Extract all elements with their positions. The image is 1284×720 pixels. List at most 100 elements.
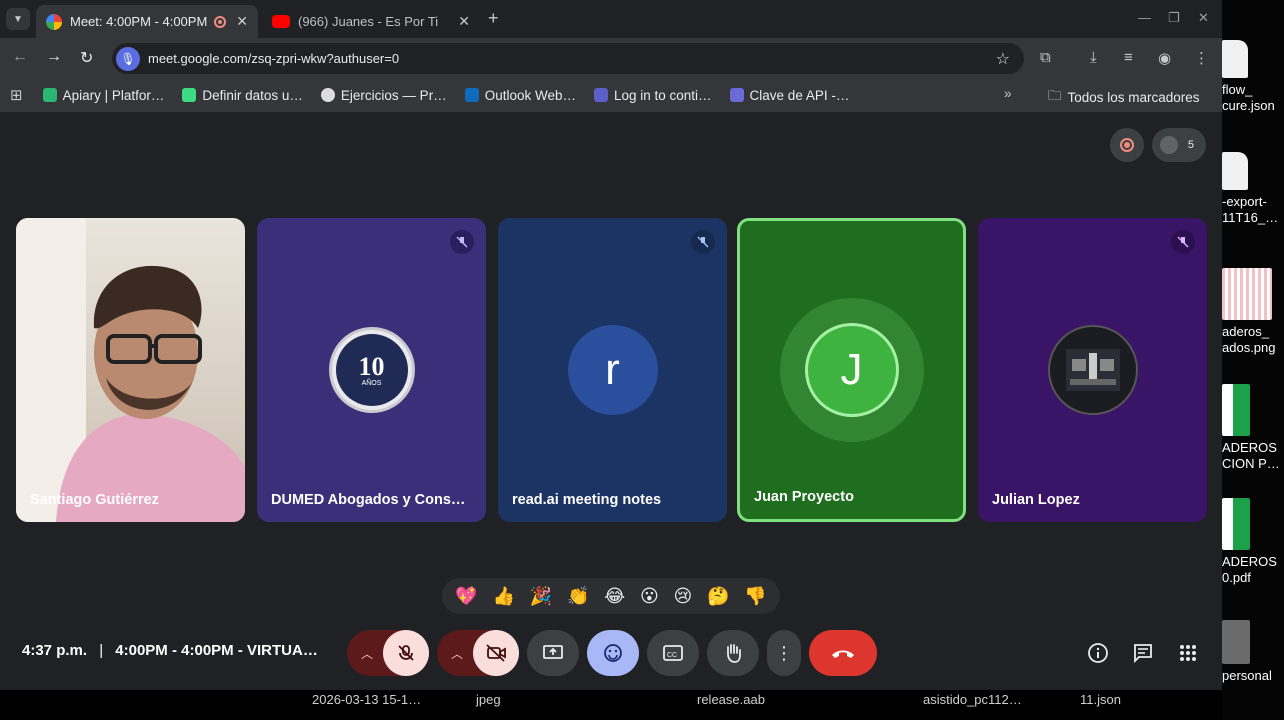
camera-toggle-button[interactable] bbox=[473, 630, 519, 676]
recording-indicator[interactable] bbox=[1110, 128, 1144, 162]
bookmark-item[interactable]: Outlook Web… bbox=[464, 87, 576, 103]
participants-avatars-icon bbox=[1160, 136, 1178, 154]
separator: | bbox=[99, 642, 104, 659]
file-name: personal bbox=[1222, 668, 1272, 683]
participant-name: DUMED Abogados y Cons… bbox=[271, 492, 466, 508]
download-item[interactable]: jpeg bbox=[476, 692, 501, 707]
present-screen-button[interactable] bbox=[527, 630, 579, 676]
image-thumbnail-icon bbox=[1222, 268, 1272, 320]
desktop-file[interactable]: flow_ cure.json bbox=[1222, 40, 1284, 114]
tab-youtube[interactable]: (966) Juanes - Es Por Ti ✕ bbox=[262, 5, 480, 38]
desktop-file[interactable]: personal bbox=[1222, 620, 1284, 684]
apps-grid-icon[interactable]: ⊞ bbox=[10, 86, 23, 104]
meet-stage: 5 Santiago Gutiérrez 10 AÑOS DUMED Aboga… bbox=[0, 112, 1222, 690]
media-control-icon[interactable]: ≡ bbox=[1124, 49, 1133, 66]
mic-off-icon bbox=[450, 230, 474, 254]
close-window-icon[interactable]: ✕ bbox=[1198, 10, 1209, 26]
profile-avatar-icon[interactable]: ◉ bbox=[1158, 49, 1171, 67]
mic-permission-icon[interactable]: 🎙 bbox=[116, 46, 140, 71]
bookmark-item[interactable]: Log in to conti… bbox=[593, 88, 712, 103]
more-vert-icon: ⋮ bbox=[775, 642, 793, 663]
leave-call-button[interactable] bbox=[809, 630, 877, 676]
file-name: 0.pdf bbox=[1222, 570, 1251, 585]
file-name: CION P… bbox=[1222, 456, 1280, 471]
minimize-icon[interactable]: — bbox=[1138, 10, 1151, 25]
raise-hand-button[interactable] bbox=[707, 630, 759, 676]
desktop-file[interactable]: ADEROS CION P… bbox=[1222, 384, 1284, 472]
participant-tile[interactable]: Santiago Gutiérrez bbox=[16, 218, 245, 522]
desktop-file[interactable]: aderos_ ados.png bbox=[1222, 268, 1284, 356]
back-icon[interactable]: ← bbox=[12, 48, 28, 66]
activities-grid-icon[interactable] bbox=[1175, 640, 1201, 666]
participant-tile[interactable]: 10 AÑOS DUMED Abogados y Cons… bbox=[257, 218, 486, 522]
extensions-icon[interactable]: ⧉ bbox=[1040, 49, 1051, 66]
mic-options-chevron-icon[interactable]: ︿ bbox=[361, 645, 373, 662]
chat-icon[interactable] bbox=[1130, 640, 1156, 666]
reaction-clap[interactable]: 👏 bbox=[567, 586, 589, 607]
reactions-button[interactable] bbox=[587, 630, 639, 676]
reload-icon[interactable]: ↻ bbox=[80, 48, 93, 68]
more-menu-icon[interactable]: ⋮ bbox=[1194, 49, 1209, 67]
present-screen-icon bbox=[543, 645, 563, 659]
meeting-details-icon[interactable] bbox=[1085, 640, 1111, 666]
bookmark-star-icon[interactable]: ☆ bbox=[996, 49, 1010, 69]
company-logo: 10 AÑOS bbox=[328, 327, 415, 413]
reaction-sad[interactable]: 😢 bbox=[673, 586, 692, 607]
participant-name: read.ai meeting notes bbox=[512, 492, 662, 508]
folder-file-icon bbox=[1222, 620, 1250, 664]
bookmark-label: Ejercicios — Pr… bbox=[340, 87, 447, 103]
reaction-party[interactable]: 🎉 bbox=[530, 586, 552, 607]
download-item[interactable]: asistido_pc112… bbox=[923, 692, 1022, 707]
close-tab-icon[interactable]: ✕ bbox=[236, 13, 248, 30]
participant-tile[interactable]: r read.ai meeting notes bbox=[498, 218, 727, 522]
mic-toggle-button[interactable] bbox=[383, 630, 429, 676]
file-name: aderos_ bbox=[1222, 324, 1269, 339]
hang-up-icon bbox=[832, 650, 854, 658]
bookmark-favicon-icon bbox=[42, 88, 57, 102]
more-options-button[interactable]: ⋮ bbox=[767, 630, 801, 676]
captions-button[interactable]: CC bbox=[647, 630, 699, 676]
camera-options-chevron-icon[interactable]: ︿ bbox=[451, 645, 463, 662]
address-bar[interactable]: 🎙 meet.google.com/zsq-zpri-wkw?authuser=… bbox=[112, 43, 1024, 74]
download-item[interactable]: release.aab bbox=[697, 692, 765, 707]
meeting-info: 4:37 p.m. | 4:00PM - 4:00PM - VIRTUA… bbox=[22, 642, 318, 659]
svg-text:CC: CC bbox=[667, 652, 677, 659]
reaction-thumbs-up[interactable]: 👍 bbox=[493, 586, 515, 607]
tab-title: (966) Juanes - Es Por Ti bbox=[298, 14, 439, 29]
bookmark-item[interactable]: Clave de API -… bbox=[729, 88, 849, 103]
participant-tile[interactable]: Julian Lopez bbox=[978, 218, 1207, 522]
tab-meet[interactable]: Meet: 4:00PM - 4:00PM ✕ bbox=[36, 5, 258, 38]
bookmark-item[interactable]: Apiary | Platfor… bbox=[42, 88, 164, 103]
participant-name: Santiago Gutiérrez bbox=[30, 492, 159, 508]
tab-search-button[interactable]: ▼ bbox=[6, 8, 30, 30]
bookmark-item[interactable]: Ejercicios — Pr… bbox=[320, 87, 447, 103]
tab-bar: ▼ Meet: 4:00PM - 4:00PM ✕ (966) Juanes -… bbox=[0, 0, 1222, 38]
download-icon[interactable]: ⤓ bbox=[1090, 49, 1097, 66]
current-time: 4:37 p.m. bbox=[22, 642, 88, 659]
restore-icon[interactable]: ❐ bbox=[1168, 10, 1180, 26]
reaction-thumbs-down[interactable]: 👎 bbox=[744, 586, 766, 607]
file-name: flow_ bbox=[1222, 82, 1253, 97]
reaction-surprised[interactable]: 😮 bbox=[640, 586, 659, 607]
desktop-file[interactable]: ADEROS 0.pdf bbox=[1222, 498, 1284, 586]
new-tab-icon[interactable]: + bbox=[488, 8, 499, 29]
reactions-bar: 💖 👍 🎉 👏 😂 😮 😢 🤔 👎 bbox=[442, 578, 780, 614]
reaction-thinking[interactable]: 🤔 bbox=[707, 586, 729, 607]
participant-tile[interactable]: J Juan Proyecto bbox=[737, 218, 966, 522]
mic-off-icon bbox=[1171, 230, 1195, 254]
close-tab-icon[interactable]: ✕ bbox=[458, 13, 470, 30]
bookmark-label: Outlook Web… bbox=[484, 87, 576, 103]
reaction-heart[interactable]: 💖 bbox=[455, 586, 477, 607]
desktop-file[interactable]: -export- 11T16_… bbox=[1222, 152, 1284, 226]
all-bookmarks-folder[interactable]: 🗀 Todos los marcadores bbox=[1048, 86, 1200, 109]
bookmark-item[interactable]: Definir datos u… bbox=[182, 88, 303, 103]
download-item[interactable]: 2026-03-13 15-1… bbox=[312, 692, 421, 707]
forward-icon[interactable]: → bbox=[46, 48, 62, 66]
emoji-icon bbox=[604, 644, 622, 662]
reaction-laugh[interactable]: 😂 bbox=[604, 586, 625, 607]
more-bookmarks-icon[interactable]: » bbox=[1004, 86, 1012, 101]
participants-button[interactable]: 5 bbox=[1152, 128, 1206, 162]
bookmark-label: Definir datos u… bbox=[202, 87, 303, 103]
download-shelf: 2026-03-13 15-1… jpeg release.aab asisti… bbox=[0, 690, 1222, 720]
download-item[interactable]: 11.json bbox=[1080, 692, 1121, 707]
